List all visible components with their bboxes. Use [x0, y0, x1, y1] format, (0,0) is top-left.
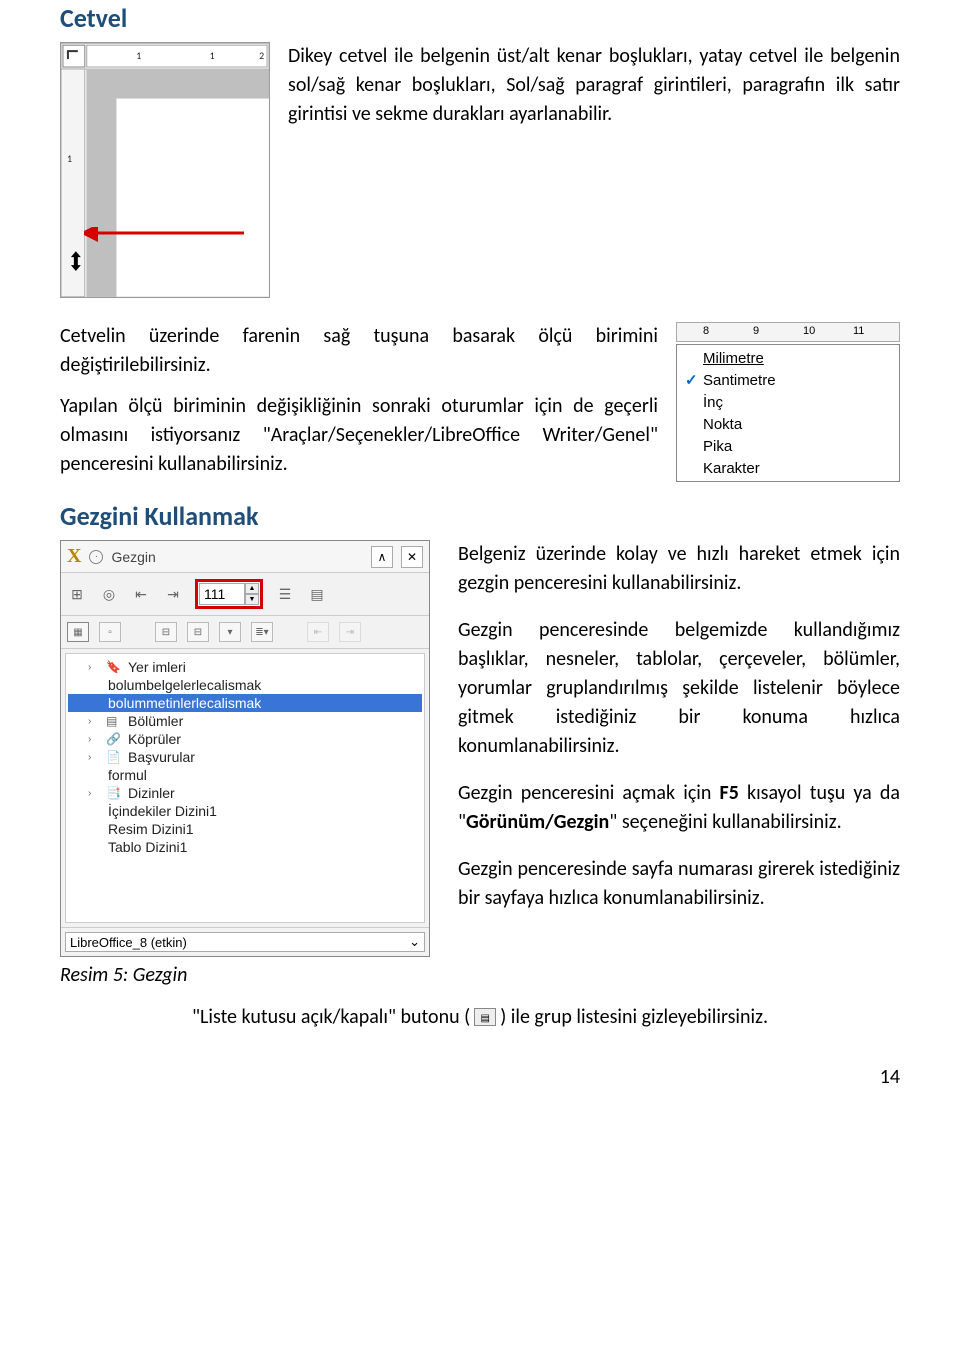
ruler-fragment: 8 9 10 11: [676, 322, 900, 342]
paragraph-r1: Belgeniz üzerinde kolay ve hızlı hareket…: [458, 540, 900, 598]
anchor-icon[interactable]: ▾: [219, 622, 241, 642]
menu-item-karakter[interactable]: Karakter: [677, 457, 899, 479]
paragraph-r4: Gezgin penceresinde sayfa numarası girer…: [458, 855, 900, 913]
tree-leaf[interactable]: formul: [68, 766, 422, 784]
tree-node-bookmarks[interactable]: ›🔖Yer imleri: [68, 658, 422, 676]
heading-levels-icon[interactable]: ≣▾: [251, 622, 273, 642]
tree-leaf[interactable]: İçindekiler Dizini1: [68, 802, 422, 820]
figure-caption: Resim 5: Gezgin: [60, 963, 430, 987]
toggle-master-icon[interactable]: ⊞: [67, 585, 87, 603]
header-icon[interactable]: ⊟: [155, 622, 177, 642]
tree-node-references[interactable]: ›📄Başvurular: [68, 748, 422, 766]
context-menu-box[interactable]: Milimetre ✓Santimetre İnç Nokta Pika Kar…: [676, 344, 900, 482]
menu-item-nokta[interactable]: Nokta: [677, 413, 899, 435]
list-box-icon[interactable]: ▤: [307, 585, 327, 603]
demote-icon[interactable]: ⇥: [339, 622, 361, 642]
tree-leaf[interactable]: bolumbelgelerlecalismak: [68, 676, 422, 694]
tree-leaf[interactable]: Resim Dizini1: [68, 820, 422, 838]
paragraph-2: Cetvelin üzerinde farenin sağ tuşuna bas…: [60, 322, 658, 380]
tree-node-hyperlinks[interactable]: ›🔗Köprüler: [68, 730, 422, 748]
page-number-input[interactable]: [199, 583, 245, 605]
navigator-toolbar-2: ▦ ▫ ⊟ ⊟ ▾ ≣▾ ⇤ ⇥: [61, 616, 429, 649]
tree-node-indexes[interactable]: ›📑Dizinler: [68, 784, 422, 802]
tree-leaf-selected[interactable]: bolummetinlerlecalismak: [68, 694, 422, 712]
navigation-icon[interactable]: ◎: [99, 585, 119, 603]
chevron-down-icon: ⌄: [409, 934, 420, 950]
collapse-button[interactable]: ∧: [371, 546, 393, 568]
tree-node-sections[interactable]: ›▤Bölümler: [68, 712, 422, 730]
unit-context-menu: 8 9 10 11 Milimetre ✓Santimetre İnç Nokt…: [676, 322, 900, 482]
prev-icon[interactable]: ⇤: [131, 585, 151, 603]
paragraph-3: Yapılan ölçü biriminin değişikliğinin so…: [60, 392, 658, 479]
close-button[interactable]: ✕: [401, 546, 423, 568]
menu-item-milimetre[interactable]: Milimetre: [677, 347, 899, 369]
svg-text:1: 1: [210, 50, 215, 62]
set-reminder-icon[interactable]: ▫: [99, 622, 121, 642]
navigator-tree[interactable]: ›🔖Yer imleri bolumbelgelerlecalismak bol…: [65, 653, 425, 923]
svg-text:1: 1: [67, 153, 72, 165]
ruler-svg: 1 1 2 1: [60, 42, 270, 298]
page-number: 14: [60, 1065, 900, 1089]
navigator-toolbar-1: ⊞ ◎ ⇤ ⇥ ▲ ▼ ☰ ▤: [61, 573, 429, 616]
page-number-input-highlight: ▲ ▼: [195, 579, 263, 609]
navigator-document-combo-wrap: LibreOffice_8 (etkin) ⌄: [61, 927, 429, 956]
menu-item-santimetre[interactable]: ✓Santimetre: [677, 369, 899, 391]
page-spin-up[interactable]: ▲: [245, 583, 259, 594]
paragraph-1: Dikey cetvel ile belgenin üst/alt kenar …: [288, 42, 900, 298]
menu-item-inc[interactable]: İnç: [677, 391, 899, 413]
tree-leaf[interactable]: Tablo Dizini1: [68, 838, 422, 856]
heading-cetvel: Cetvel: [60, 2, 900, 34]
navigator-window: X Gezgin ∧ ✕ ⊞ ◎ ⇤ ⇥ ▲ ▼: [60, 540, 430, 957]
list-box-toggle-icon: ▤: [474, 1008, 496, 1026]
content-view-icon[interactable]: ▦: [67, 622, 89, 642]
heading-gezgin: Gezgini Kullanmak: [60, 500, 900, 532]
promote-icon[interactable]: ⇤: [307, 622, 329, 642]
next-icon[interactable]: ⇥: [163, 585, 183, 603]
navigator-title: Gezgin: [111, 549, 363, 565]
drag-mode-icon[interactable]: ☰: [275, 585, 295, 603]
paragraph-last: "Liste kutusu açık/kapalı" butonu ( ▤ ) …: [60, 1005, 900, 1029]
footer-icon[interactable]: ⊟: [187, 622, 209, 642]
page-spin-down[interactable]: ▼: [245, 594, 259, 605]
menu-item-pika[interactable]: Pika: [677, 435, 899, 457]
svg-text:2: 2: [259, 50, 264, 62]
paragraph-r2: Gezgin penceresinde belgemizde kullandığ…: [458, 616, 900, 761]
navigator-document-combo[interactable]: LibreOffice_8 (etkin) ⌄: [65, 932, 425, 952]
navigation-toggle-icon[interactable]: [89, 550, 103, 564]
paragraph-r3: Gezgin penceresini açmak için F5 kısayol…: [458, 779, 900, 837]
navigator-titlebar: X Gezgin ∧ ✕: [61, 541, 429, 573]
app-logo-icon: X: [67, 545, 81, 568]
svg-text:1: 1: [136, 50, 141, 62]
ruler-screenshot: 1 1 2 1: [60, 42, 270, 298]
